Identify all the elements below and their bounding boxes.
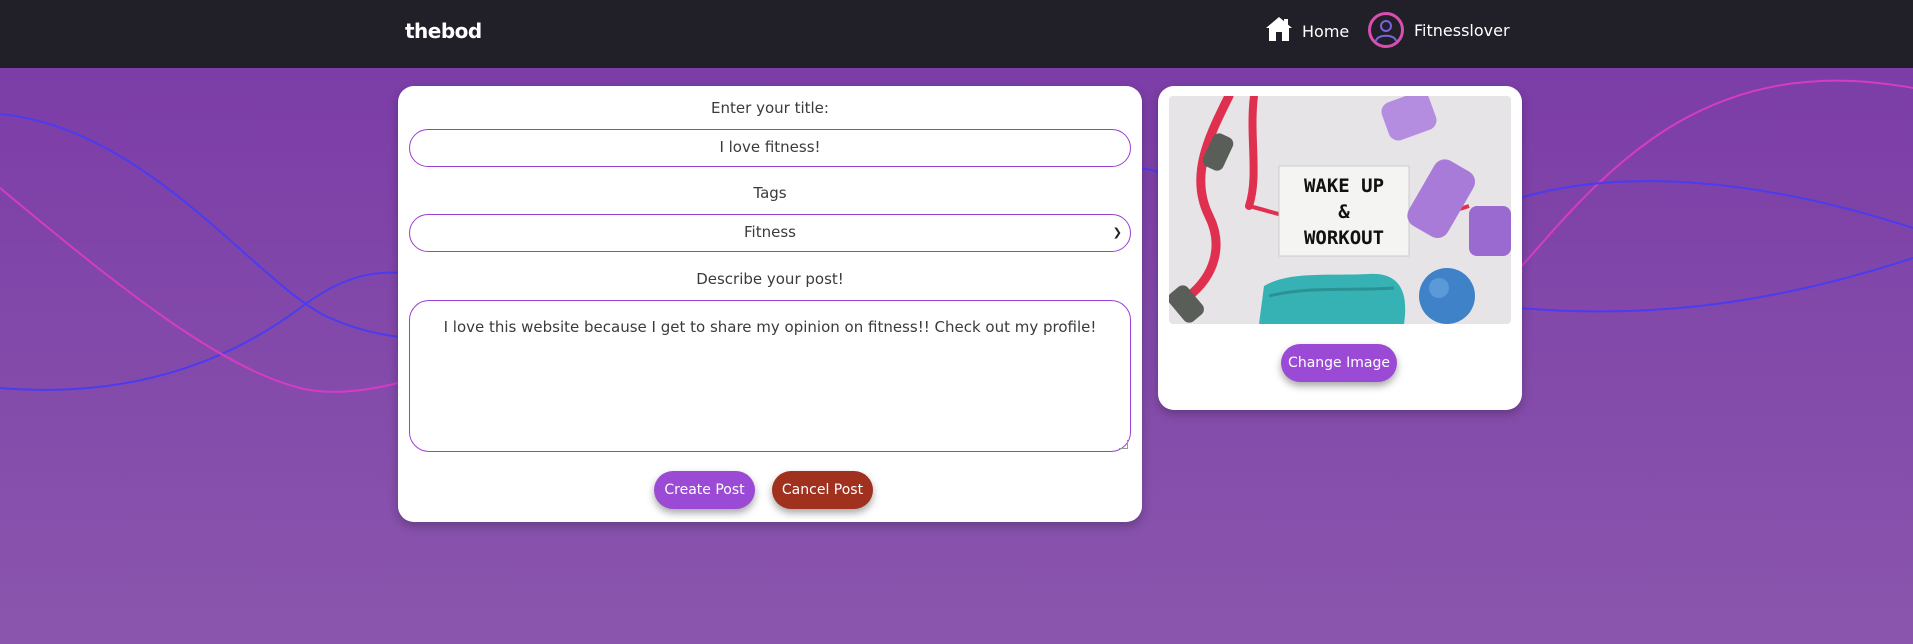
workout-photo: WAKE UP & WORKOUT: [1169, 96, 1511, 324]
create-post-form: Enter your title: I love fitness! Tags F…: [398, 86, 1142, 522]
avatar: [1368, 12, 1404, 48]
tags-selected-value: Fitness: [744, 223, 796, 241]
user-icon: [1375, 20, 1397, 42]
title-label: Enter your title:: [711, 99, 829, 117]
description-textarea[interactable]: I love this website because I get to sha…: [409, 300, 1131, 452]
lightbox-line2: &: [1338, 201, 1350, 223]
nav-home-link[interactable]: Home: [1264, 14, 1349, 48]
chevron-down-icon: ❯: [1112, 226, 1122, 239]
description-text: I love this website because I get to sha…: [443, 318, 1097, 336]
username-label: Fitnesslover: [1414, 20, 1510, 40]
brand-logo[interactable]: thebod: [405, 19, 482, 43]
resize-handle-icon[interactable]: [1119, 440, 1128, 449]
change-image-button[interactable]: Change Image: [1281, 344, 1397, 382]
tags-select[interactable]: Fitness ❯: [409, 214, 1131, 252]
post-image-panel: WAKE UP & WORKOUT Change Image: [1158, 86, 1522, 410]
create-post-button[interactable]: Create Post: [654, 471, 755, 509]
lightbox-line3: WORKOUT: [1304, 227, 1384, 249]
tags-label: Tags: [753, 184, 787, 202]
top-navbar: thebod Home Fitnesslover: [0, 0, 1913, 68]
title-input[interactable]: I love fitness!: [409, 129, 1131, 167]
cancel-post-button[interactable]: Cancel Post: [772, 471, 873, 509]
post-image: WAKE UP & WORKOUT: [1169, 96, 1511, 324]
lightbox-line1: WAKE UP: [1304, 175, 1384, 197]
description-label: Describe your post!: [696, 270, 844, 288]
home-icon: [1264, 14, 1302, 48]
nav-home-label: Home: [1302, 21, 1350, 41]
nav-user-profile[interactable]: Fitnesslover: [1368, 12, 1510, 48]
